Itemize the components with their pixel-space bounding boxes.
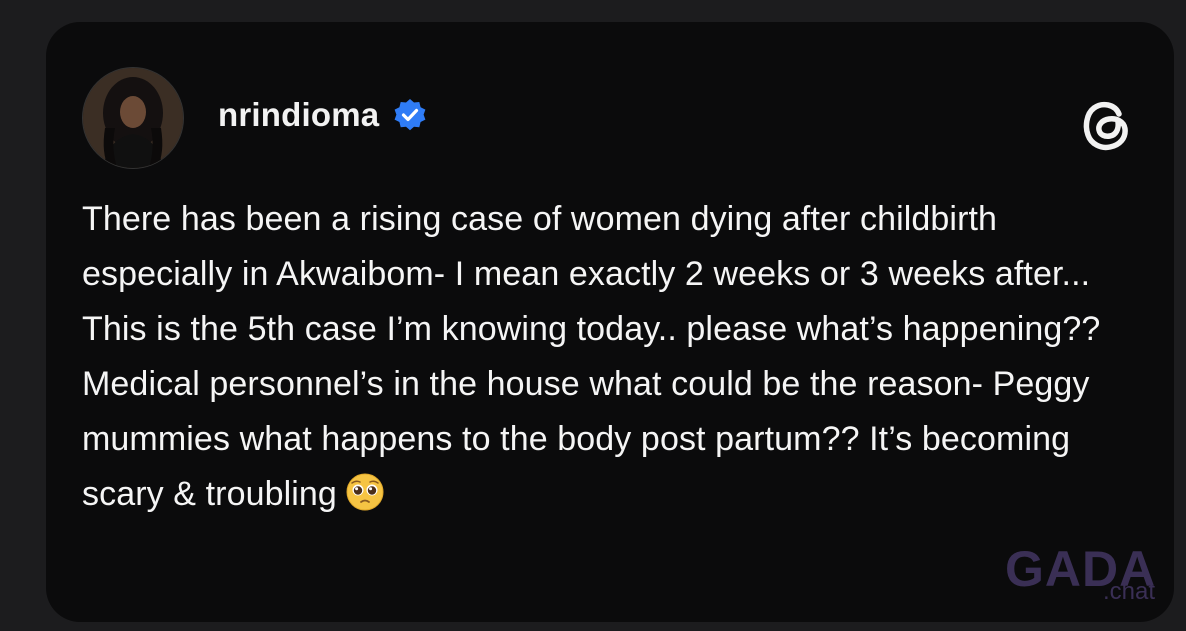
post-card: nrindioma There has been a rising case o… [46,22,1174,622]
avatar[interactable] [82,67,184,169]
threads-logo-icon[interactable] [1078,95,1136,153]
watermark: GADA .chat [1005,540,1155,610]
profile-photo [83,68,183,168]
post-text: There has been a rising case of women dy… [82,192,1142,522]
verified-badge-icon [394,99,426,131]
pleading-face-emoji [346,473,384,511]
post-body: There has been a rising case of women dy… [82,200,1101,513]
username[interactable]: nrindioma [218,96,379,134]
post-header: nrindioma [218,96,427,134]
watermark-domain: .chat [1102,578,1155,605]
